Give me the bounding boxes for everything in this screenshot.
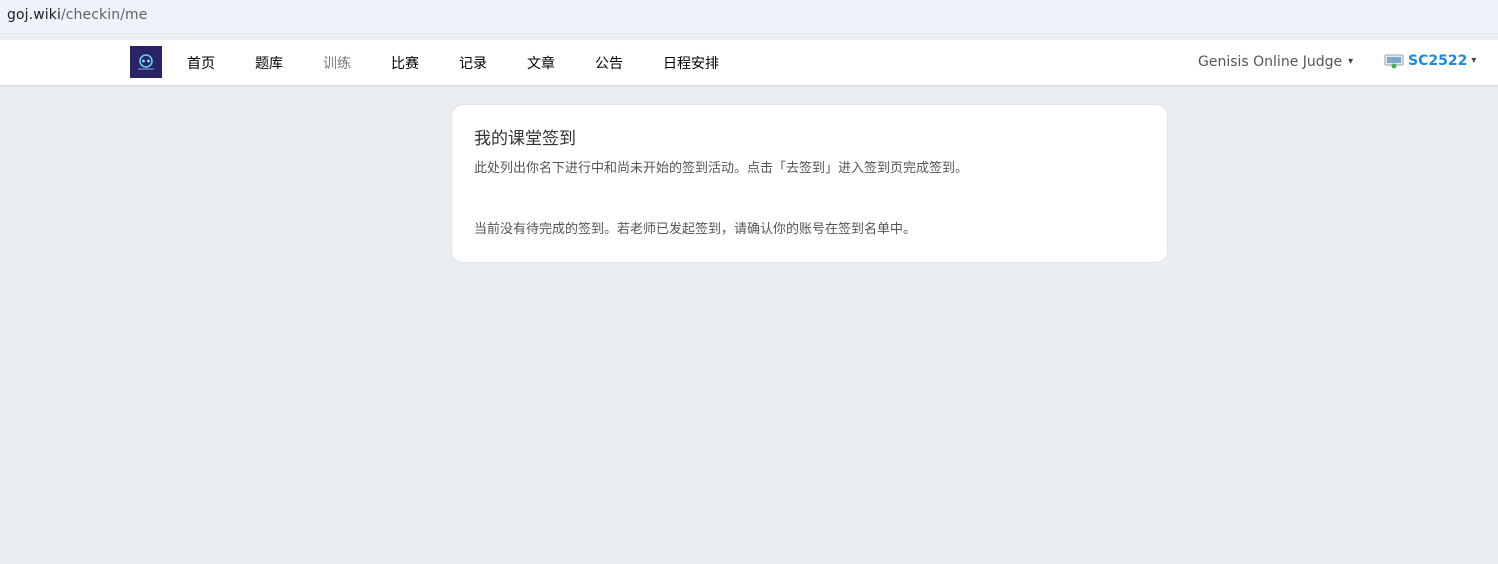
browser-address-bar[interactable]: goj.wiki/checkin/me [0,0,1498,34]
top-navbar: 首页 题库 训练 比赛 记录 文章 公告 日程安排 Genisis Online… [0,40,1498,86]
nav-announcements[interactable]: 公告 [595,53,623,73]
empty-state-message: 当前没有待完成的签到。若老师已发起签到，请确认你的账号在签到名单中。 [474,222,917,237]
nav-home[interactable]: 首页 [187,53,215,73]
url-path: /checkin/me [60,7,148,23]
nav-schedule[interactable]: 日程安排 [663,53,719,73]
nav-records[interactable]: 记录 [459,53,487,73]
checkin-card: 我的课堂签到 此处列出你名下进行中和尚未开始的签到活动。点击「去签到」进入签到页… [451,104,1168,263]
url-text[interactable]: goj.wiki/checkin/me [7,7,147,23]
chevron-down-icon: ▾ [1471,55,1477,66]
page-title: 我的课堂签到 [474,129,576,149]
nav-training[interactable]: 训练 [323,53,351,73]
site-switcher-dropdown[interactable]: Genisis Online Judge ▾ [1198,54,1353,70]
site-logo[interactable] [130,46,162,78]
user-avatar-icon [1384,54,1404,69]
nav-articles[interactable]: 文章 [527,53,555,73]
nav-problems[interactable]: 题库 [255,53,283,73]
site-switcher-label: Genisis Online Judge [1198,54,1343,70]
user-name: SC2522 [1408,53,1468,69]
page-description: 此处列出你名下进行中和尚未开始的签到活动。点击「去签到」进入签到页完成签到。 [474,161,969,176]
logo-emblem-icon [138,54,154,70]
chevron-down-icon: ▾ [1348,56,1354,67]
url-host: goj.wiki [7,7,61,23]
nav-contests[interactable]: 比赛 [391,53,419,73]
user-dropdown[interactable]: SC2522 ▾ [1384,53,1476,69]
